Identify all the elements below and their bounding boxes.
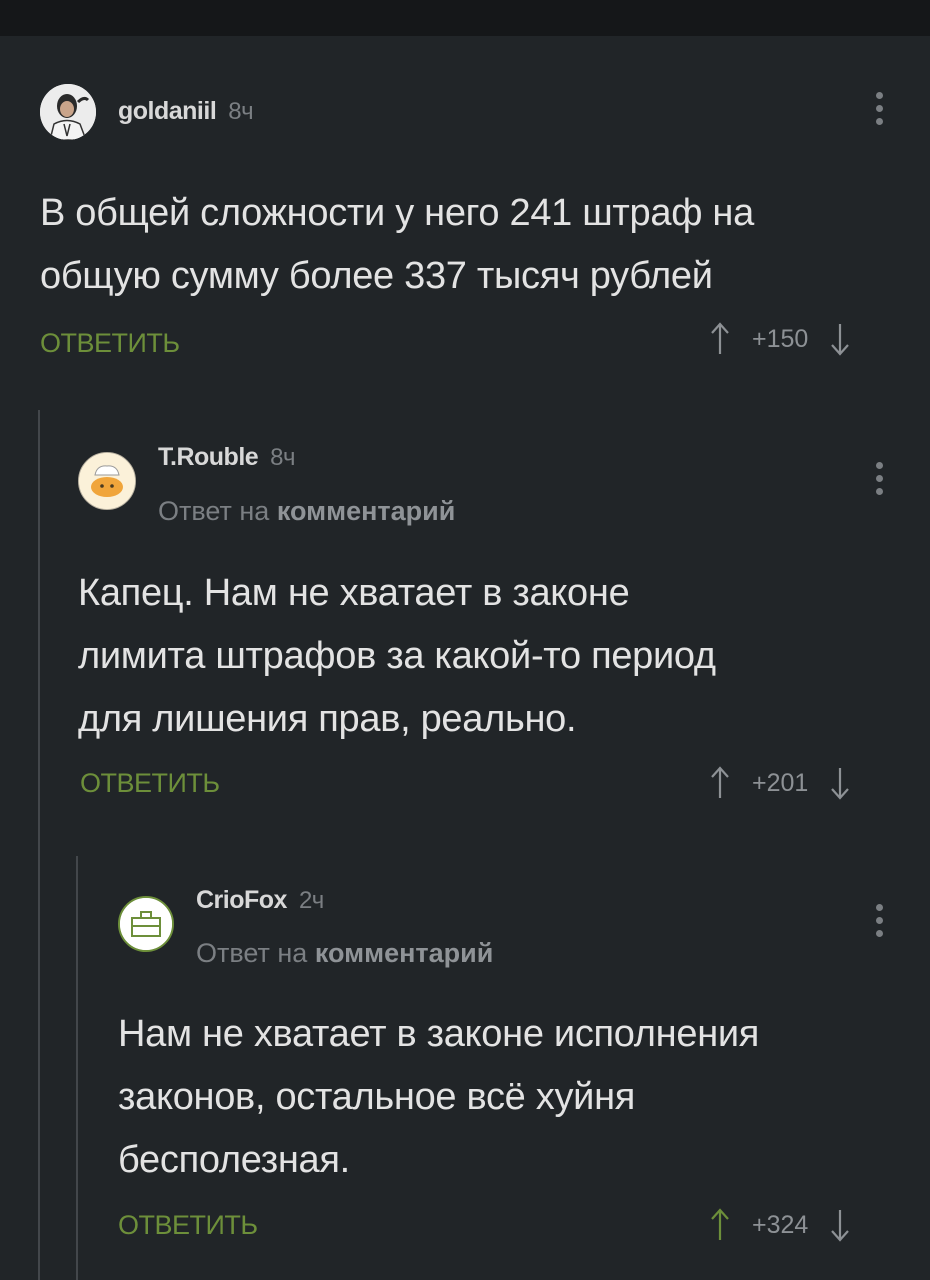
comment-time: 2ч bbox=[298, 887, 324, 914]
arrow-down-icon[interactable] bbox=[830, 1208, 850, 1242]
reply-to-label: Ответ на комментарий bbox=[196, 938, 493, 969]
comment-text-line: законов, остальное всё хуйня bbox=[118, 1076, 636, 1118]
arrow-up-icon[interactable] bbox=[710, 1208, 730, 1242]
comment-text-line: Нам не хватает в законе исполнения bbox=[118, 1013, 760, 1055]
reply-to-link[interactable]: комментарий bbox=[315, 938, 494, 968]
rating: +324 bbox=[710, 1208, 850, 1242]
comment-text: Нам не хватает в законе исполнения закон… bbox=[118, 1003, 759, 1192]
avatar[interactable] bbox=[118, 896, 174, 952]
reply-to-prefix: Ответ на bbox=[196, 938, 308, 968]
reply-button[interactable]: ОТВЕТИТЬ bbox=[118, 1210, 258, 1241]
author-name[interactable]: CrioFox bbox=[196, 886, 287, 914]
comment-criofox: CrioFox 2ч Ответ на комментарий Нам не хв… bbox=[0, 0, 930, 1280]
vertical-dots-icon[interactable] bbox=[873, 904, 885, 944]
rating-value: +324 bbox=[752, 1210, 809, 1239]
comment-text-line: бесполезная. bbox=[118, 1139, 350, 1181]
comment-author[interactable]: CrioFox 2ч bbox=[196, 886, 324, 915]
